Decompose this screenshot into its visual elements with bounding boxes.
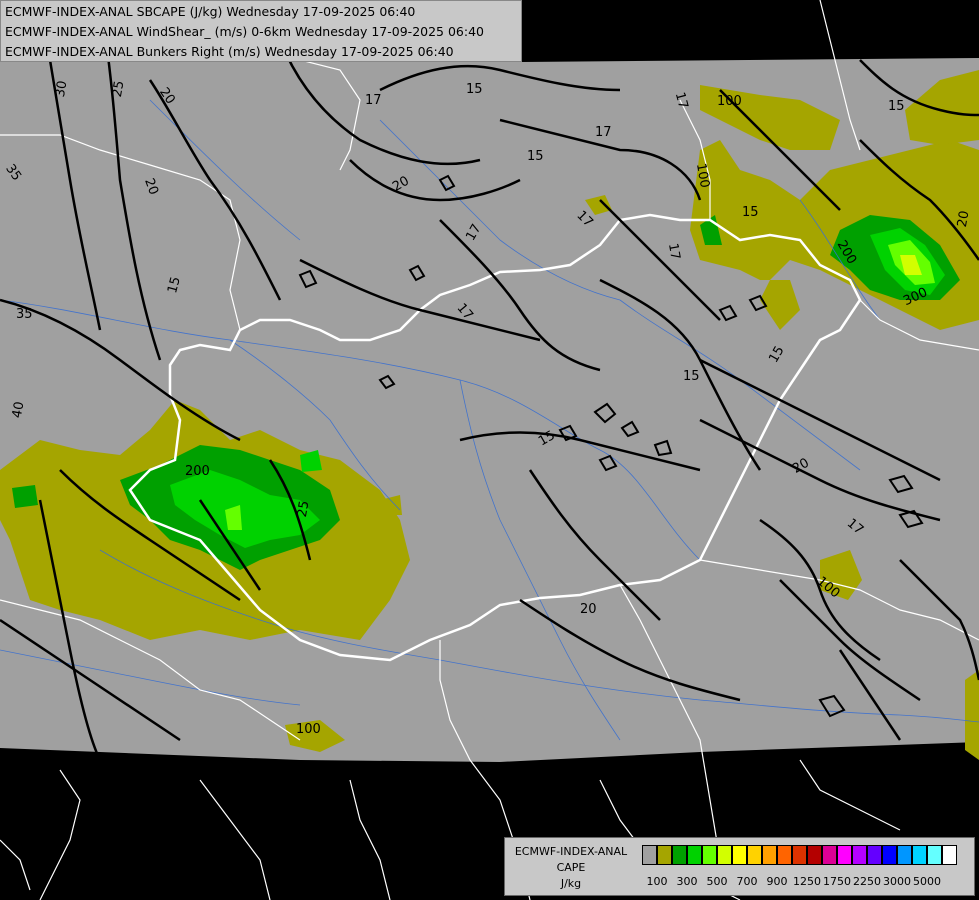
map-header: ECMWF-INDEX-ANAL SBCAPE (J/kg) Wednesday… (0, 0, 522, 62)
legend-unit: J/kg (560, 877, 582, 890)
legend-swatch (717, 845, 732, 865)
contour-label: 17 (665, 242, 683, 261)
contour-label: 15 (918, 744, 935, 759)
contour-label: 25 (110, 80, 128, 99)
legend-swatch (942, 845, 957, 865)
legend-swatch (927, 845, 942, 865)
legend-tick: 5000 (913, 875, 941, 888)
header-line-windshear: ECMWF-INDEX-ANAL WindShear_ (m/s) 0-6km … (5, 24, 484, 39)
legend-title: ECMWF-INDEX-ANAL (514, 845, 628, 858)
legend-swatch (807, 845, 822, 865)
contour-label: 20 (580, 602, 597, 617)
contour-label: 20 (955, 210, 973, 229)
contour-label: 17 (595, 125, 612, 140)
legend-tick: 3000 (883, 875, 911, 888)
legend-swatch (852, 845, 867, 865)
contour-label: 15 (742, 205, 759, 220)
legend-swatch (657, 845, 672, 865)
cape-legend: ECMWF-INDEX-ANAL CAPE J/kg 100 300 500 700 9… (504, 837, 975, 896)
legend-swatch (912, 845, 927, 865)
legend-swatch (672, 845, 687, 865)
legend-tick-labels: 100 300 500 700 900 1250 1750 2250 3000 5000 (642, 875, 972, 889)
legend-swatch (867, 845, 882, 865)
legend-tick: 2250 (853, 875, 881, 888)
contour-label: 40 (10, 400, 28, 419)
legend-tick: 1750 (823, 875, 851, 888)
legend-swatch (687, 845, 702, 865)
legend-tick: 500 (706, 875, 728, 888)
cape-windshear-map: 30 25 20 35 20 35 40 17 15 17 15 20 17 1… (0, 0, 979, 900)
legend-swatch (747, 845, 762, 865)
legend-tick: 100 (646, 875, 668, 888)
contour-label: 15 (466, 82, 483, 97)
legend-tick: 300 (676, 875, 698, 888)
contour-label: 25 (295, 500, 313, 519)
legend-swatch (822, 845, 837, 865)
contour-label: 15 (527, 149, 544, 164)
legend-swatch (777, 845, 792, 865)
contour-label: 100 (717, 94, 742, 109)
contour-label: 17 (365, 93, 382, 108)
legend-swatch (762, 845, 777, 865)
contour-label: 100 (296, 722, 321, 737)
contour-label: 15 (683, 369, 700, 384)
header-line-sbcape: ECMWF-INDEX-ANAL SBCAPE (J/kg) Wednesday… (5, 4, 416, 19)
legend-swatch (882, 845, 897, 865)
legend-variable: CAPE (556, 861, 586, 874)
contour-label: 35 (16, 307, 33, 322)
header-line-bunkers: ECMWF-INDEX-ANAL Bunkers Right (m/s) Wed… (5, 44, 454, 59)
legend-swatch (897, 845, 912, 865)
legend-color-scale (642, 845, 957, 867)
legend-swatch (642, 845, 657, 865)
contour-label: 30 (53, 80, 71, 99)
legend-swatch (792, 845, 807, 865)
legend-swatch (732, 845, 747, 865)
legend-swatch (702, 845, 717, 865)
contour-label: 15 (888, 99, 905, 114)
legend-tick: 700 (736, 875, 758, 888)
legend-tick: 900 (766, 875, 788, 888)
legend-tick: 1250 (793, 875, 821, 888)
legend-swatch (837, 845, 852, 865)
contour-label: 200 (185, 464, 210, 479)
